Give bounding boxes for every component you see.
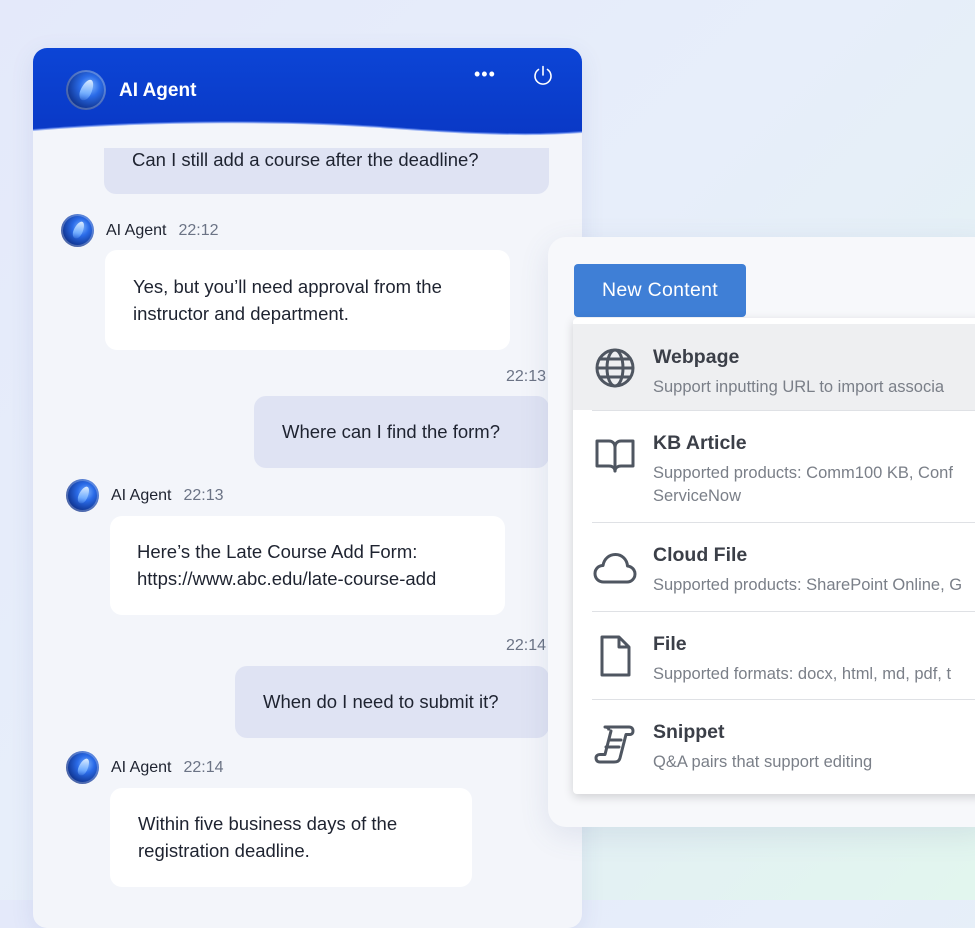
menu-item-description: Supported products: Comm100 KB, Conf (653, 464, 953, 482)
new-content-menu: Webpage Support inputting URL to import … (573, 318, 975, 794)
agent-message: Here’s the Late Course Add Form: https:/… (110, 516, 505, 615)
agent-message: Within five business days of the registr… (110, 788, 472, 887)
chat-header: AI Agent ••• (33, 48, 582, 148)
agent-message-header: AI Agent 22:12 (61, 214, 219, 247)
menu-item-title: Cloud File (653, 544, 748, 566)
agent-avatar (66, 70, 106, 110)
message-timestamp: 22:14 (183, 758, 224, 776)
message-text-line: Yes, but you’ll need approval from the (133, 276, 442, 297)
menu-item-kb-article[interactable]: KB Article Supported products: Comm100 K… (573, 411, 975, 521)
message-link[interactable]: https://www.abc.edu/late-course-add (137, 565, 505, 592)
agent-name: AI Agent (111, 758, 172, 776)
menu-item-webpage[interactable]: Webpage Support inputting URL to import … (573, 324, 975, 410)
agent-message: Yes, but you’ll need approval from the i… (105, 250, 510, 350)
chat-title: AI Agent (119, 80, 197, 101)
book-icon (595, 439, 635, 473)
menu-item-description: ServiceNow (653, 487, 742, 505)
snippet-icon (594, 725, 635, 764)
message-timestamp: 22:13 (506, 368, 547, 385)
agent-name: AI Agent (106, 221, 167, 239)
menu-item-description: Support inputting URL to import associa (653, 378, 945, 396)
message-text-line: registration deadline. (138, 840, 310, 861)
agent-message-header: AI Agent 22:13 (66, 479, 224, 512)
message-text: Can I still add a course after the deadl… (132, 149, 479, 170)
message-text: Where can I find the form? (282, 421, 500, 442)
message-timestamp: 22:12 (178, 221, 219, 239)
menu-item-title: File (653, 633, 687, 655)
agent-avatar (66, 751, 99, 784)
message-timestamp: 22:13 (183, 486, 224, 504)
cloud-icon (593, 553, 637, 584)
power-icon[interactable] (531, 64, 555, 88)
agent-avatar (61, 214, 94, 247)
user-message: Where can I find the form? (254, 396, 549, 468)
message-text-line: instructor and department. (133, 303, 349, 324)
agent-name: AI Agent (111, 486, 172, 504)
message-timestamp: 22:14 (506, 637, 547, 654)
menu-item-title: KB Article (653, 432, 747, 454)
new-content-button[interactable]: New Content (574, 264, 746, 317)
message-text-line: Within five business days of the (138, 813, 398, 834)
menu-item-file[interactable]: File Supported formats: docx, html, md, … (573, 612, 975, 698)
menu-item-description: Q&A pairs that support editing (653, 753, 873, 771)
message-text: When do I need to submit it? (263, 691, 499, 712)
agent-avatar (66, 479, 99, 512)
menu-item-title: Snippet (653, 721, 725, 743)
user-message: When do I need to submit it? (235, 666, 549, 738)
menu-item-description: Supported formats: docx, html, md, pdf, … (653, 665, 952, 683)
file-icon (600, 635, 631, 677)
globe-icon (595, 348, 635, 388)
agent-message-header: AI Agent 22:14 (66, 751, 224, 784)
menu-item-snippet[interactable]: Snippet Q&A pairs that support editing (573, 700, 975, 794)
menu-item-description: Supported products: SharePoint Online, G (653, 576, 963, 594)
message-text-line: Here’s the Late Course Add Form: (137, 541, 418, 562)
menu-item-title: Webpage (653, 346, 740, 368)
chat-window: Can I still add a course after the deadl… (33, 48, 582, 928)
more-options-icon[interactable]: ••• (474, 64, 502, 86)
header-wave (33, 121, 582, 148)
menu-item-cloud-file[interactable]: Cloud File Supported products: SharePoin… (573, 523, 975, 611)
